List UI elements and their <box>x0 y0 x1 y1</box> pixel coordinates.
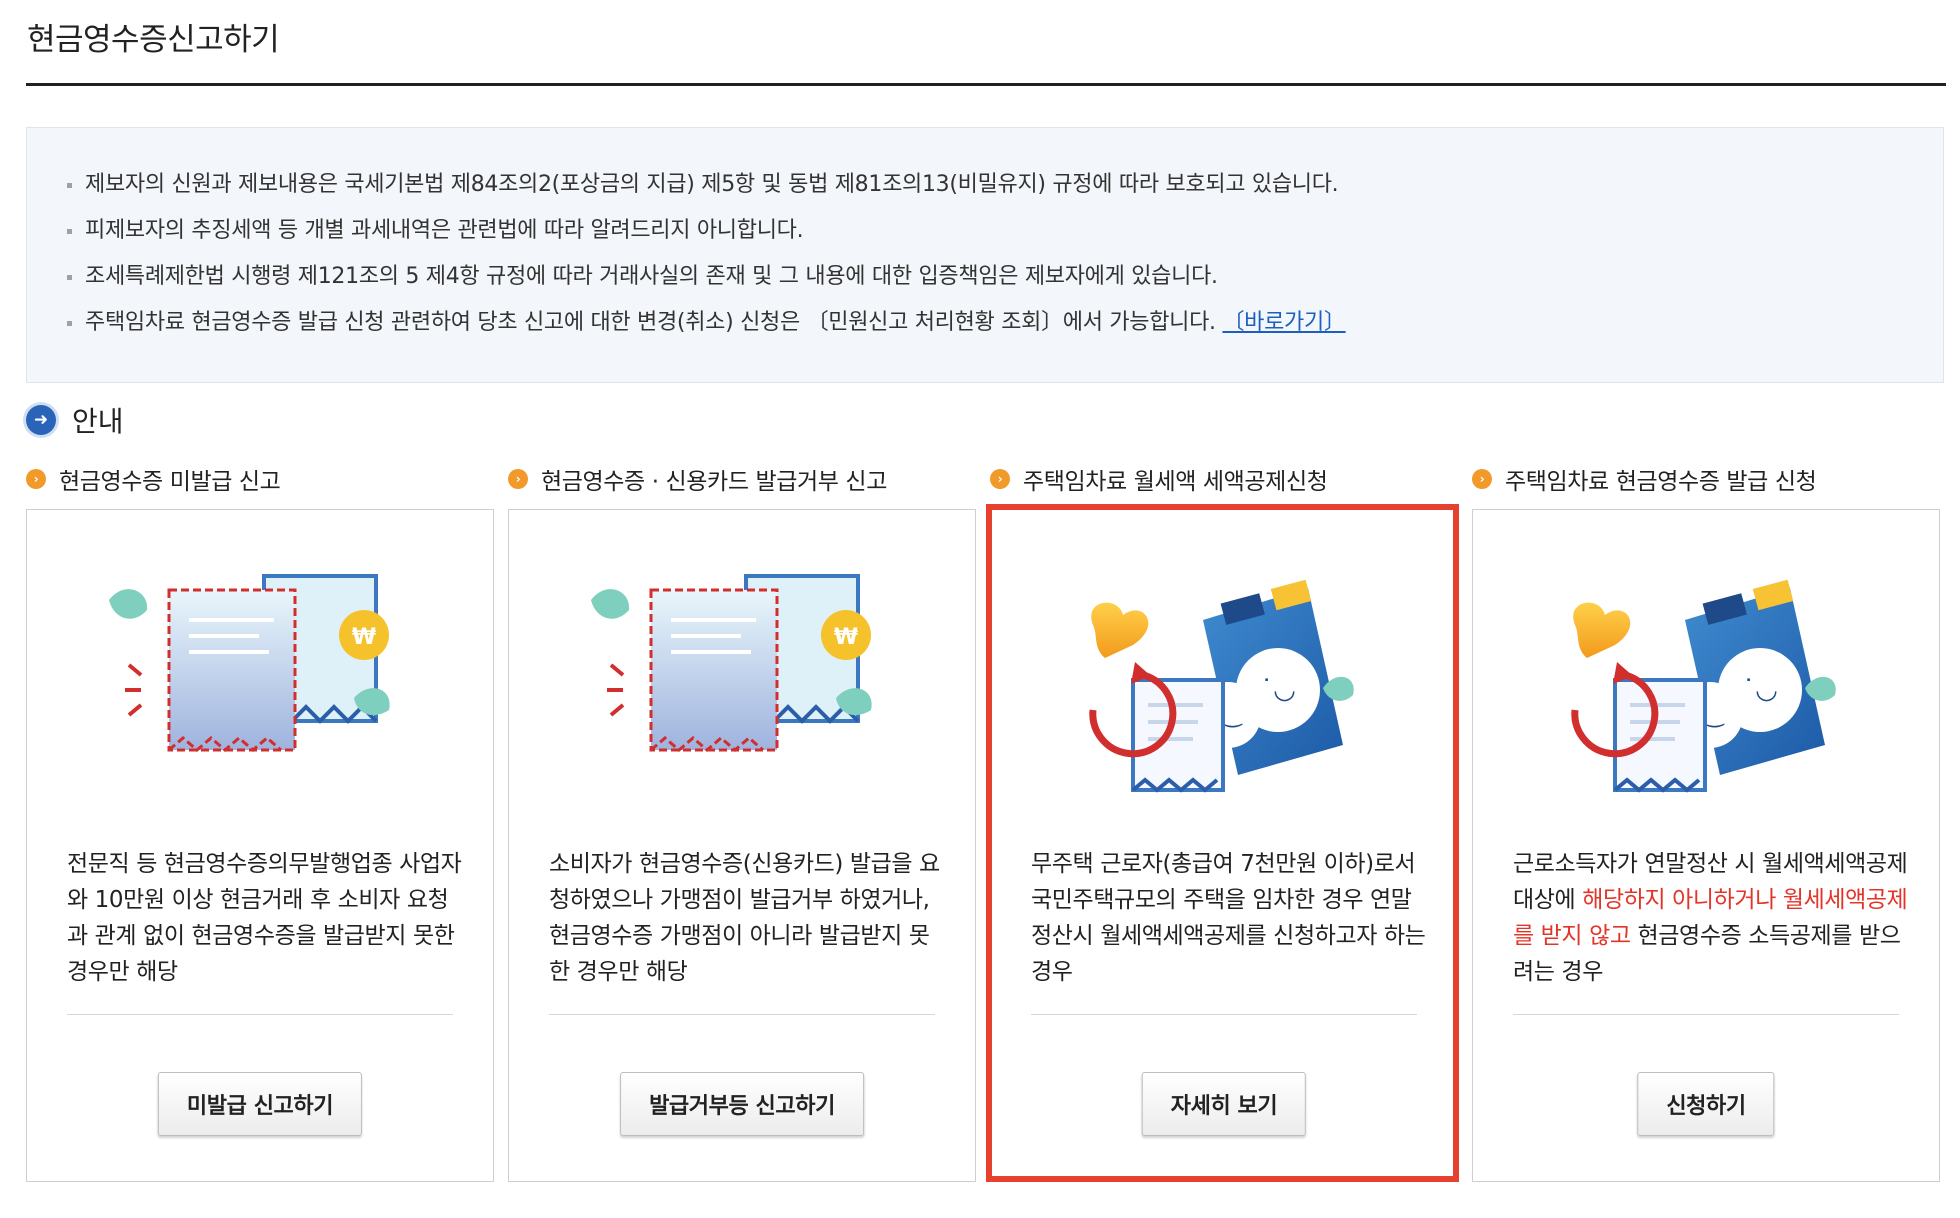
card-refusal: 소비자가 현금영수증(신용카드) 발급을 요청하였으나 가맹점이 발급거부 하였… <box>508 509 976 1182</box>
notice-text: 피제보자의 추징세액 등 개별 과세내역은 관련법에 따라 알려드리지 아니합니… <box>85 218 804 243</box>
notice-item: 피제보자의 추징세액 등 개별 과세내역은 관련법에 따라 알려드리지 아니합니… <box>67 208 1346 254</box>
page-title: 현금영수증신고하기 <box>27 22 280 58</box>
notice-item: 조세특례제한법 시행령 제121조의 5 제4항 규정에 따라 거래사실의 존재… <box>67 254 1346 300</box>
notice-text: 주택임차료 현금영수증 발급 신청 관련하여 당초 신고에 대한 변경(취소) … <box>85 310 1216 335</box>
card-divider <box>549 1014 935 1015</box>
card-title-refusal: › 현금영수증 · 신용카드 발급거부 신고 <box>508 462 887 496</box>
report-refusal-button[interactable]: 발급거부등 신고하기 <box>620 1072 864 1136</box>
bullet-icon <box>67 275 72 280</box>
arrow-right-circle-icon: ➜ <box>26 405 56 435</box>
card-title-text: 현금영수증 · 신용카드 발급거부 신고 <box>541 469 887 495</box>
notice-text: 조세특례제한법 시행령 제121조의 5 제4항 규정에 따라 거래사실의 존재… <box>85 264 1218 289</box>
receipt-illustration-icon <box>107 574 392 752</box>
shortcut-link[interactable]: 〔바로가기〕 <box>1222 310 1345 335</box>
notice-item: 주택임차료 현금영수증 발급 신청 관련하여 당초 신고에 대한 변경(취소) … <box>67 300 1346 346</box>
notice-text: 제보자의 신원과 제보내용은 국세기본법 제84조의2(포상금의 지급) 제5항… <box>85 172 1339 197</box>
report-unissued-button[interactable]: 미발급 신고하기 <box>157 1072 363 1136</box>
card-description: 전문직 등 현금영수증의무발행업종 사업자와 10만원 이상 현금거래 후 소비… <box>67 851 462 985</box>
card-title-text: 주택임차료 월세액 세액공제신청 <box>1023 469 1328 495</box>
card-title-text: 현금영수증 미발급 신고 <box>59 469 281 495</box>
notice-list: 제보자의 신원과 제보내용은 국세기본법 제84조의2(포상금의 지급) 제5항… <box>67 162 1346 346</box>
bullet-icon <box>67 183 72 188</box>
card-divider <box>1513 1014 1899 1015</box>
card-divider <box>1031 1014 1417 1015</box>
card-title-rent-deduction: › 주택임차료 월세액 세액공제신청 <box>990 462 1328 496</box>
card-rent-deduction: 무주택 근로자(총급여 7천만원 이하)로서 국민주택규모의 주택을 임차한 경… <box>990 509 1458 1182</box>
title-divider <box>26 83 1946 86</box>
view-details-button[interactable]: 자세히 보기 <box>1141 1072 1307 1136</box>
card-unissued: 전문직 등 현금영수증의무발행업종 사업자와 10만원 이상 현금거래 후 소비… <box>26 509 494 1182</box>
bullet-icon <box>67 229 72 234</box>
card-rent-receipt: 근로소득자가 연말정산 시 월세액세액공제 대상에 해당하지 아니하거나 월세세… <box>1472 509 1940 1182</box>
guide-label: 안내 <box>72 405 124 438</box>
notice-box: 제보자의 신원과 제보내용은 국세기본법 제84조의2(포상금의 지급) 제5항… <box>26 127 1944 383</box>
card-description: 근로소득자가 연말정산 시 월세액세액공제 대상에 해당하지 아니하거나 월세세… <box>1513 846 1913 990</box>
card-title-unissued: › 현금영수증 미발급 신고 <box>26 462 281 496</box>
receipt-illustration-icon <box>589 574 874 752</box>
card-description: 소비자가 현금영수증(신용카드) 발급을 요청하였으나 가맹점이 발급거부 하였… <box>549 851 940 985</box>
card-description: 무주택 근로자(총급여 7천만원 이하)로서 국민주택규모의 주택을 임차한 경… <box>1031 851 1426 985</box>
envelope-illustration-icon <box>1535 570 1875 810</box>
guide-heading: ➜ 안내 <box>26 400 124 440</box>
envelope-illustration-icon <box>1053 570 1393 810</box>
chevron-right-circle-icon: › <box>508 469 528 489</box>
chevron-right-circle-icon: › <box>26 469 46 489</box>
apply-button[interactable]: 신청하기 <box>1637 1072 1775 1136</box>
chevron-right-circle-icon: › <box>990 469 1010 489</box>
card-divider <box>67 1014 453 1015</box>
card-title-rent-receipt: › 주택임차료 현금영수증 발급 신청 <box>1472 462 1817 496</box>
card-title-text: 주택임차료 현금영수증 발급 신청 <box>1505 469 1817 495</box>
bullet-icon <box>67 321 72 326</box>
notice-item: 제보자의 신원과 제보내용은 국세기본법 제84조의2(포상금의 지급) 제5항… <box>67 162 1346 208</box>
chevron-right-circle-icon: › <box>1472 469 1492 489</box>
